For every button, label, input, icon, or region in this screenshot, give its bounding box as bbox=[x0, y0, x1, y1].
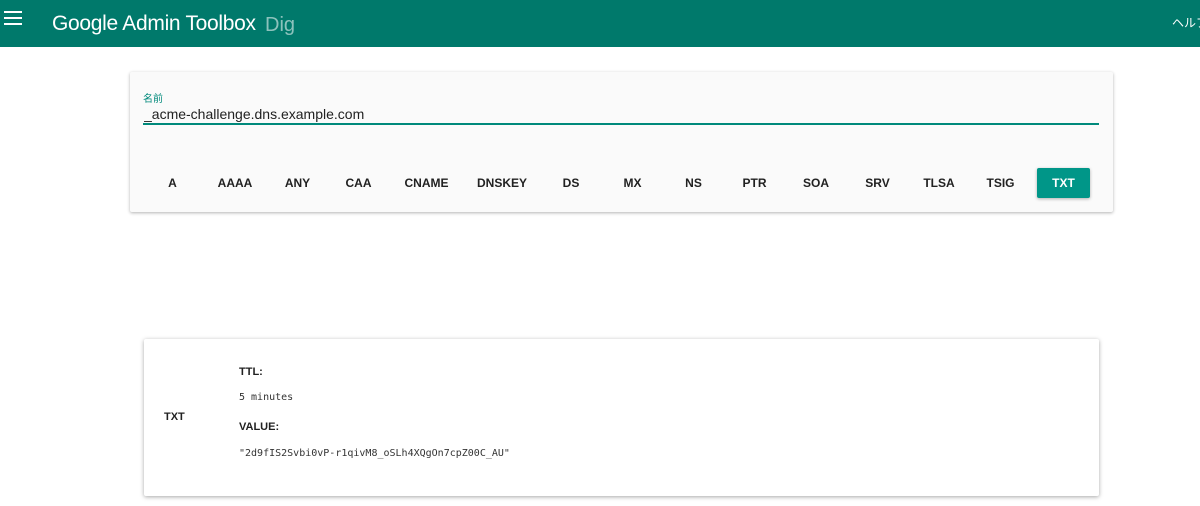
type-button-caa[interactable]: CAA bbox=[328, 168, 389, 198]
type-button-mx[interactable]: MX bbox=[602, 168, 663, 198]
result-record-type: TXT bbox=[164, 411, 185, 423]
type-button-tlsa[interactable]: TLSA bbox=[908, 168, 970, 198]
name-input[interactable] bbox=[143, 105, 1099, 125]
type-button-cname[interactable]: CNAME bbox=[389, 168, 464, 198]
type-button-ds[interactable]: DS bbox=[540, 168, 602, 198]
name-field-label: 名前 bbox=[143, 94, 163, 105]
type-button-ptr[interactable]: PTR bbox=[724, 168, 785, 198]
app-title: Google Admin Toolbox bbox=[52, 12, 256, 35]
type-button-aaaa[interactable]: AAAA bbox=[203, 168, 267, 198]
type-button-txt[interactable]: TXT bbox=[1037, 168, 1090, 198]
type-button-srv[interactable]: SRV bbox=[847, 168, 908, 198]
value-label: VALUE: bbox=[239, 421, 280, 433]
result-card: TXT TTL: 5 minutes VALUE: "2d9fIS2Svbi0v… bbox=[144, 339, 1099, 496]
hamburger-menu-icon[interactable] bbox=[4, 11, 22, 25]
type-button-a[interactable]: A bbox=[142, 168, 203, 198]
ttl-label: TTL: bbox=[239, 366, 263, 378]
type-button-ns[interactable]: NS bbox=[663, 168, 724, 198]
query-card: 名前 A AAAA ANY CAA CNAME DNSKEY DS MX NS … bbox=[130, 72, 1113, 212]
txt-value: "2d9fIS2Svbi0vP-r1qivM8_oSLh4XQgOn7cpZ00… bbox=[239, 448, 510, 459]
type-button-dnskey[interactable]: DNSKEY bbox=[464, 168, 540, 198]
help-link[interactable]: ヘルプ bbox=[1172, 14, 1200, 31]
type-button-soa[interactable]: SOA bbox=[785, 168, 847, 198]
app-subtitle: Dig bbox=[265, 14, 296, 36]
ttl-value: 5 minutes bbox=[239, 392, 294, 403]
type-button-any[interactable]: ANY bbox=[267, 168, 328, 198]
type-button-tsig[interactable]: TSIG bbox=[970, 168, 1031, 198]
record-type-selector: A AAAA ANY CAA CNAME DNSKEY DS MX NS PTR… bbox=[142, 168, 1090, 198]
app-bar: Google Admin Toolbox Dig ヘルプ bbox=[0, 0, 1200, 47]
